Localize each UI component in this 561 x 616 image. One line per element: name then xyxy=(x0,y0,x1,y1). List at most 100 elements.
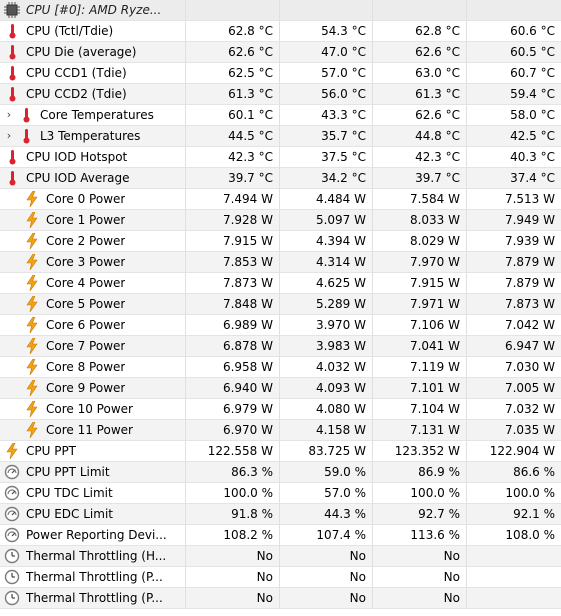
header-cell-min[interactable] xyxy=(280,0,373,20)
value-current: 7.853 W xyxy=(186,252,280,272)
table-row[interactable]: Core 0 Power 7.494 W 4.484 W 7.584 W 7.513 W xyxy=(0,189,561,210)
value-current: 7.873 W xyxy=(186,273,280,293)
value-max: 62.6 °C xyxy=(373,105,467,125)
sensor-name-cell: Core 10 Power xyxy=(0,399,186,419)
value-current: 122.558 W xyxy=(186,441,280,461)
cpu-chip-icon xyxy=(4,2,20,18)
sensor-label: CPU EDC Limit xyxy=(26,507,113,521)
sensor-name-cell: Core 5 Power xyxy=(0,294,186,314)
value-min: 54.3 °C xyxy=(280,21,373,41)
table-row[interactable]: CPU TDC Limit 100.0 % 57.0 % 100.0 % 100.0 % xyxy=(0,483,561,504)
table-row[interactable]: Core 10 Power 6.979 W 4.080 W 7.104 W 7.032 … xyxy=(0,399,561,420)
value-min: 4.093 W xyxy=(280,378,373,398)
table-row[interactable]: CPU CCD1 (Tdie) 62.5 °C 57.0 °C 63.0 °C 60.7… xyxy=(0,63,561,84)
table-row[interactable]: Core 8 Power 6.958 W 4.032 W 7.119 W 7.030 W xyxy=(0,357,561,378)
clock-icon xyxy=(4,569,20,585)
value-min: 37.5 °C xyxy=(280,147,373,167)
lightning-icon xyxy=(4,443,20,459)
sensor-name-cell: Core 4 Power xyxy=(0,273,186,293)
table-row[interactable]: CPU IOD Hotspot 42.3 °C 37.5 °C 42.3 °C 40.3… xyxy=(0,147,561,168)
value-max: 62.6 °C xyxy=(373,42,467,62)
value-current: 7.494 W xyxy=(186,189,280,209)
value-max: 7.104 W xyxy=(373,399,467,419)
lightning-icon xyxy=(24,380,40,396)
sensor-name-cell: Core 2 Power xyxy=(0,231,186,251)
value-avg: 7.005 W xyxy=(504,381,555,395)
sensor-label: Thermal Throttling (H... xyxy=(26,549,167,563)
sensor-name-cell: CPU PPT Limit xyxy=(0,462,186,482)
value-avg: 58.0 °C xyxy=(510,108,555,122)
table-row[interactable]: Core 6 Power 6.989 W 3.970 W 7.106 W 7.042 W xyxy=(0,315,561,336)
table-row[interactable]: › Core Temperatures 60.1 °C 43.3 °C 62.6 °C… xyxy=(0,105,561,126)
value-avg: 37.4 °C xyxy=(510,171,555,185)
table-row[interactable]: Core 1 Power 7.928 W 5.097 W 8.033 W 7.949 W xyxy=(0,210,561,231)
lightning-icon xyxy=(24,296,40,312)
table-row[interactable]: Core 3 Power 7.853 W 4.314 W 7.970 W 7.879 W xyxy=(0,252,561,273)
table-row[interactable]: CPU PPT 122.558 W 83.725 W 123.352 W 122.904… xyxy=(0,441,561,462)
thermometer-icon xyxy=(4,65,20,81)
table-row[interactable]: CPU (Tctl/Tdie) 62.8 °C 54.3 °C 62.8 °C 60.6… xyxy=(0,21,561,42)
table-row[interactable]: Core 4 Power 7.873 W 4.625 W 7.915 W 7.879 W xyxy=(0,273,561,294)
value-min: 59.0 % xyxy=(280,462,373,482)
value-avg xyxy=(467,546,561,566)
table-row[interactable]: CPU CCD2 (Tdie) 61.3 °C 56.0 °C 61.3 °C 59.4… xyxy=(0,84,561,105)
table-row[interactable]: Core 11 Power 6.970 W 4.158 W 7.131 W 7.035 … xyxy=(0,420,561,441)
value-max: 7.131 W xyxy=(373,420,467,440)
thermometer-icon xyxy=(4,44,20,60)
sensor-label: Core 2 Power xyxy=(46,234,126,248)
table-row[interactable]: Core 2 Power 7.915 W 4.394 W 8.029 W 7.939 W xyxy=(0,231,561,252)
table-header-row[interactable]: CPU [#0]: AMD Ryze... xyxy=(0,0,561,21)
thermometer-icon xyxy=(18,107,34,123)
table-row[interactable]: CPU PPT Limit 86.3 % 59.0 % 86.9 % 86.6 % xyxy=(0,462,561,483)
value-min: 47.0 °C xyxy=(280,42,373,62)
header-name-cell[interactable]: CPU [#0]: AMD Ryze... xyxy=(0,0,186,20)
value-avg: 7.042 W xyxy=(504,318,555,332)
table-row[interactable]: Core 9 Power 6.940 W 4.093 W 7.101 W 7.005 W xyxy=(0,378,561,399)
sensor-name-cell: CPU EDC Limit xyxy=(0,504,186,524)
table-row[interactable]: Power Reporting Devi... 108.2 % 107.4 % 113… xyxy=(0,525,561,546)
value-min: 4.394 W xyxy=(280,231,373,251)
header-cell-max[interactable] xyxy=(373,0,467,20)
value-avg: 60.7 °C xyxy=(510,66,555,80)
value-max: 7.101 W xyxy=(373,378,467,398)
table-row[interactable]: Thermal Throttling (P... No No No xyxy=(0,588,561,609)
value-max: 44.8 °C xyxy=(373,126,467,146)
table-row[interactable]: CPU Die (average) 62.6 °C 47.0 °C 62.6 °C 60… xyxy=(0,42,561,63)
value-min: 43.3 °C xyxy=(280,105,373,125)
table-row[interactable]: CPU IOD Average 39.7 °C 34.2 °C 39.7 °C 37.4… xyxy=(0,168,561,189)
value-current: No xyxy=(186,588,280,608)
header-cell-current[interactable] xyxy=(186,0,280,20)
expand-arrow-icon[interactable]: › xyxy=(0,126,18,146)
value-min: 107.4 % xyxy=(280,525,373,545)
value-avg: 100.0 % xyxy=(505,486,555,500)
lightning-icon xyxy=(24,317,40,333)
value-avg: 42.5 °C xyxy=(510,129,555,143)
value-max: No xyxy=(373,567,467,587)
sensor-label: CPU IOD Hotspot xyxy=(26,150,128,164)
value-current: 100.0 % xyxy=(186,483,280,503)
sensor-name-cell: Core 1 Power xyxy=(0,210,186,230)
lightning-icon xyxy=(24,338,40,354)
table-row[interactable]: Thermal Throttling (P... No No No xyxy=(0,567,561,588)
table-row[interactable]: CPU EDC Limit 91.8 % 44.3 % 92.7 % 92.1 % xyxy=(0,504,561,525)
table-row[interactable]: Core 7 Power 6.878 W 3.983 W 7.041 W 6.947 W xyxy=(0,336,561,357)
value-min: 83.725 W xyxy=(280,441,373,461)
value-max: 7.971 W xyxy=(373,294,467,314)
sensor-name-cell: › L3 Temperatures xyxy=(0,126,186,146)
value-max: 63.0 °C xyxy=(373,63,467,83)
lightning-icon xyxy=(24,212,40,228)
expand-arrow-icon[interactable]: › xyxy=(0,105,18,125)
sensor-label: Core 0 Power xyxy=(46,192,126,206)
value-avg: 40.3 °C xyxy=(510,150,555,164)
sensor-name-cell: Thermal Throttling (P... xyxy=(0,588,186,608)
table-row[interactable]: Core 5 Power 7.848 W 5.289 W 7.971 W 7.873 W xyxy=(0,294,561,315)
value-min: 34.2 °C xyxy=(280,168,373,188)
sensor-label: Core 11 Power xyxy=(46,423,133,437)
table-row[interactable]: › L3 Temperatures 44.5 °C 35.7 °C 44.8 °C 42… xyxy=(0,126,561,147)
value-current: No xyxy=(186,546,280,566)
value-max: 7.119 W xyxy=(373,357,467,377)
header-cell-avg[interactable] xyxy=(467,0,561,20)
value-avg: 7.035 W xyxy=(504,423,555,437)
table-row[interactable]: Thermal Throttling (H... No No No xyxy=(0,546,561,567)
sensor-name-cell: CPU IOD Average xyxy=(0,168,186,188)
